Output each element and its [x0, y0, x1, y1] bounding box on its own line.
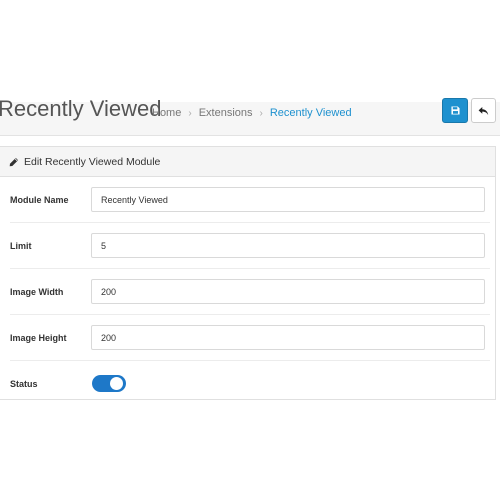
floppy-disk-icon: [450, 106, 460, 115]
form-row-image-width: Image Width: [0, 269, 490, 315]
module-name-input[interactable]: [91, 187, 485, 212]
limit-input[interactable]: [91, 233, 485, 258]
form-row-limit: Limit: [0, 223, 490, 269]
image-width-input[interactable]: [91, 279, 485, 304]
image-height-input[interactable]: [91, 325, 485, 350]
chevron-right-icon: ›: [188, 107, 192, 119]
pencil-icon: [9, 157, 19, 166]
breadcrumb-home[interactable]: Home: [152, 107, 181, 119]
edit-module-panel: Edit Recently Viewed Module Module Name …: [0, 146, 496, 400]
breadcrumb-recently-viewed[interactable]: Recently Viewed: [270, 107, 352, 119]
image-height-label: Image Height: [10, 333, 67, 343]
page-header: Recently Viewed Home › Extensions › Rece…: [0, 92, 500, 136]
panel-title: Edit Recently Viewed Module: [24, 155, 161, 168]
form-row-image-height: Image Height: [0, 315, 490, 361]
form-row-module-name: Module Name: [0, 177, 490, 223]
page-title: Recently Viewed: [0, 96, 162, 121]
chevron-right-icon: ›: [259, 107, 263, 119]
toggle-knob: [110, 377, 123, 390]
limit-label: Limit: [10, 241, 32, 251]
panel-heading: Edit Recently Viewed Module: [0, 147, 495, 177]
reply-arrow-icon: [478, 106, 489, 115]
page: Recently Viewed Home › Extensions › Rece…: [0, 0, 500, 500]
back-button[interactable]: [471, 98, 496, 123]
status-toggle[interactable]: [92, 375, 126, 392]
breadcrumb-extensions[interactable]: Extensions: [199, 107, 253, 119]
image-width-label: Image Width: [10, 287, 64, 297]
module-name-label: Module Name: [10, 195, 69, 205]
breadcrumb: Home › Extensions › Recently Viewed: [152, 107, 352, 119]
form-row-status: Status: [0, 361, 490, 399]
status-label: Status: [10, 379, 38, 389]
save-button[interactable]: [442, 98, 468, 123]
